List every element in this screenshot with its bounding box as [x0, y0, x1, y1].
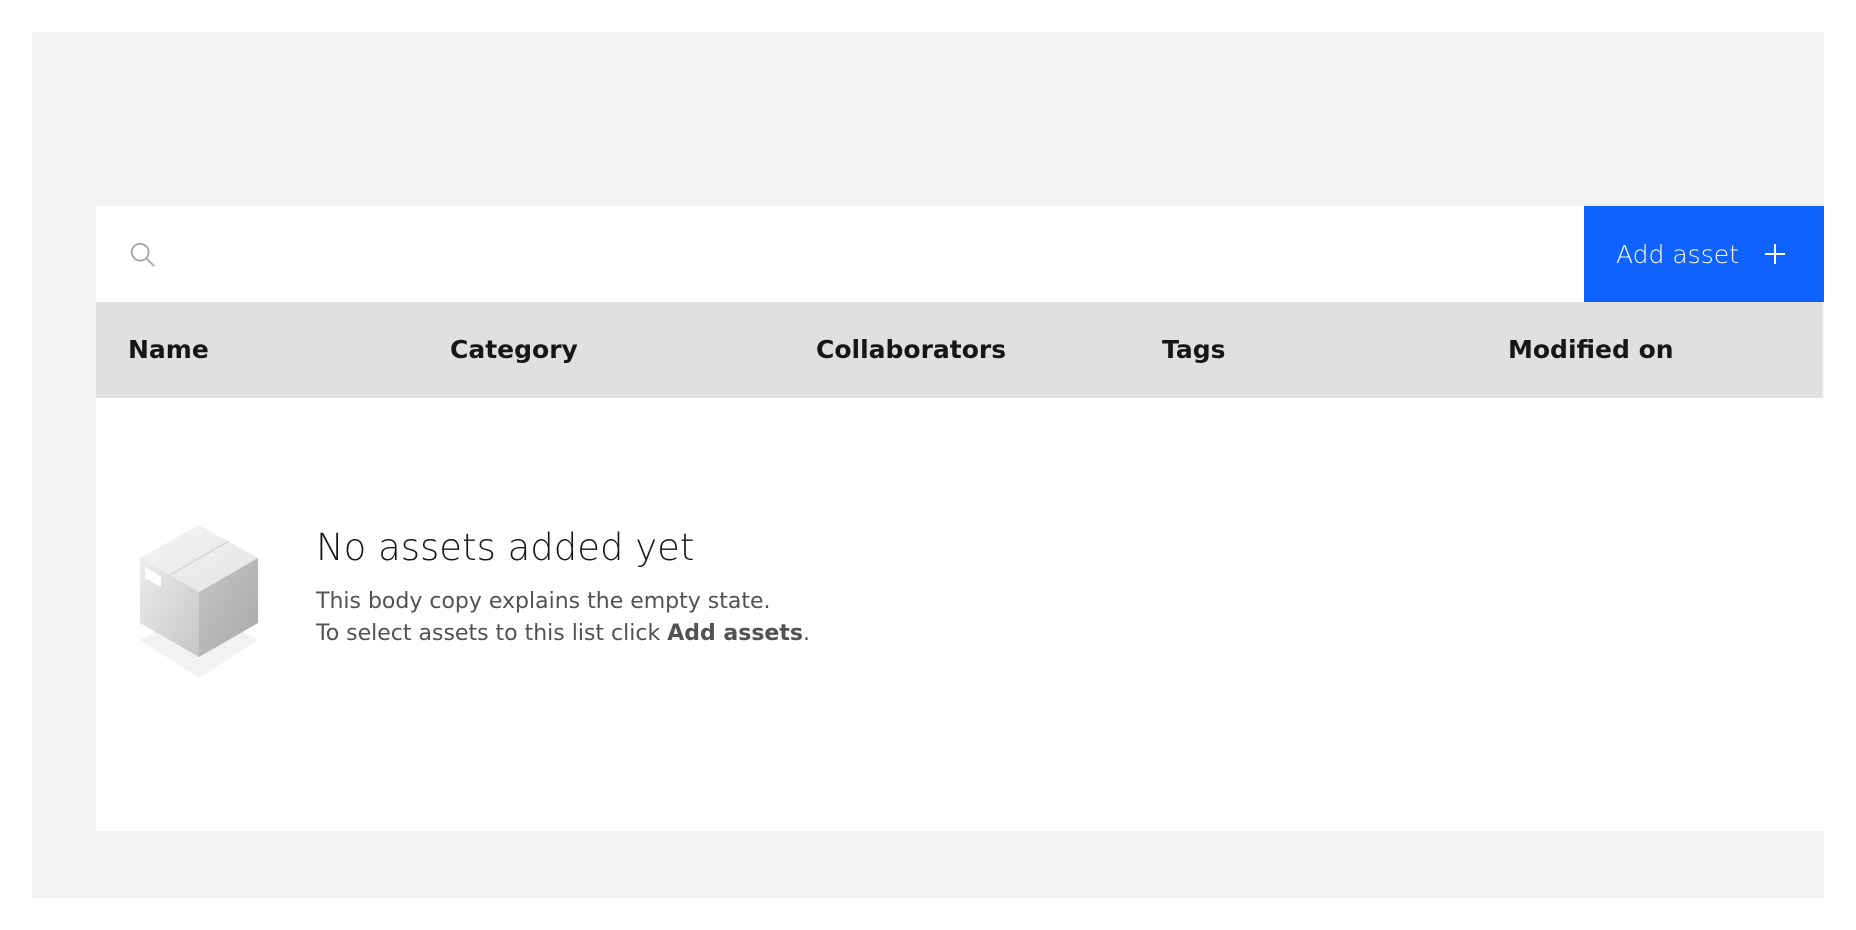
- empty-state-line-2: To select assets to this list click Add …: [316, 618, 810, 650]
- column-header-name[interactable]: Name: [128, 302, 209, 398]
- empty-state-line-2-prefix: To select assets to this list click: [316, 621, 668, 646]
- empty-state-title: No assets added yet: [316, 526, 695, 569]
- table-body-empty-state: No assets added yet This body copy expla…: [96, 398, 1824, 831]
- column-header-modified-on[interactable]: Modified on: [1508, 302, 1674, 398]
- add-asset-button[interactable]: Add asset: [1584, 206, 1824, 302]
- empty-state-body: This body copy explains the empty state.…: [316, 586, 810, 650]
- empty-state-line-1: This body copy explains the empty state.: [316, 589, 771, 614]
- plus-icon: [1764, 244, 1785, 264]
- search-input[interactable]: [174, 226, 1578, 284]
- search-icon: [130, 242, 155, 267]
- column-header-tags[interactable]: Tags: [1162, 302, 1225, 398]
- table-toolbar: Add asset: [96, 206, 1824, 302]
- table-header-row: Name Category Collaborators Tags Modifie…: [96, 302, 1822, 398]
- asset-table-panel: Add asset Name Category Collaborators Ta…: [96, 206, 1824, 831]
- empty-state-add-assets-emphasis: Add assets: [667, 621, 803, 646]
- column-header-category[interactable]: Category: [450, 302, 578, 398]
- add-asset-button-label: Add asset: [1616, 239, 1739, 269]
- box-icon: [140, 525, 258, 678]
- column-header-collaborators[interactable]: Collaborators: [816, 302, 1006, 398]
- page-frame: Add asset Name Category Collaborators Ta…: [32, 32, 1824, 898]
- empty-state-line-2-suffix: .: [802, 621, 810, 646]
